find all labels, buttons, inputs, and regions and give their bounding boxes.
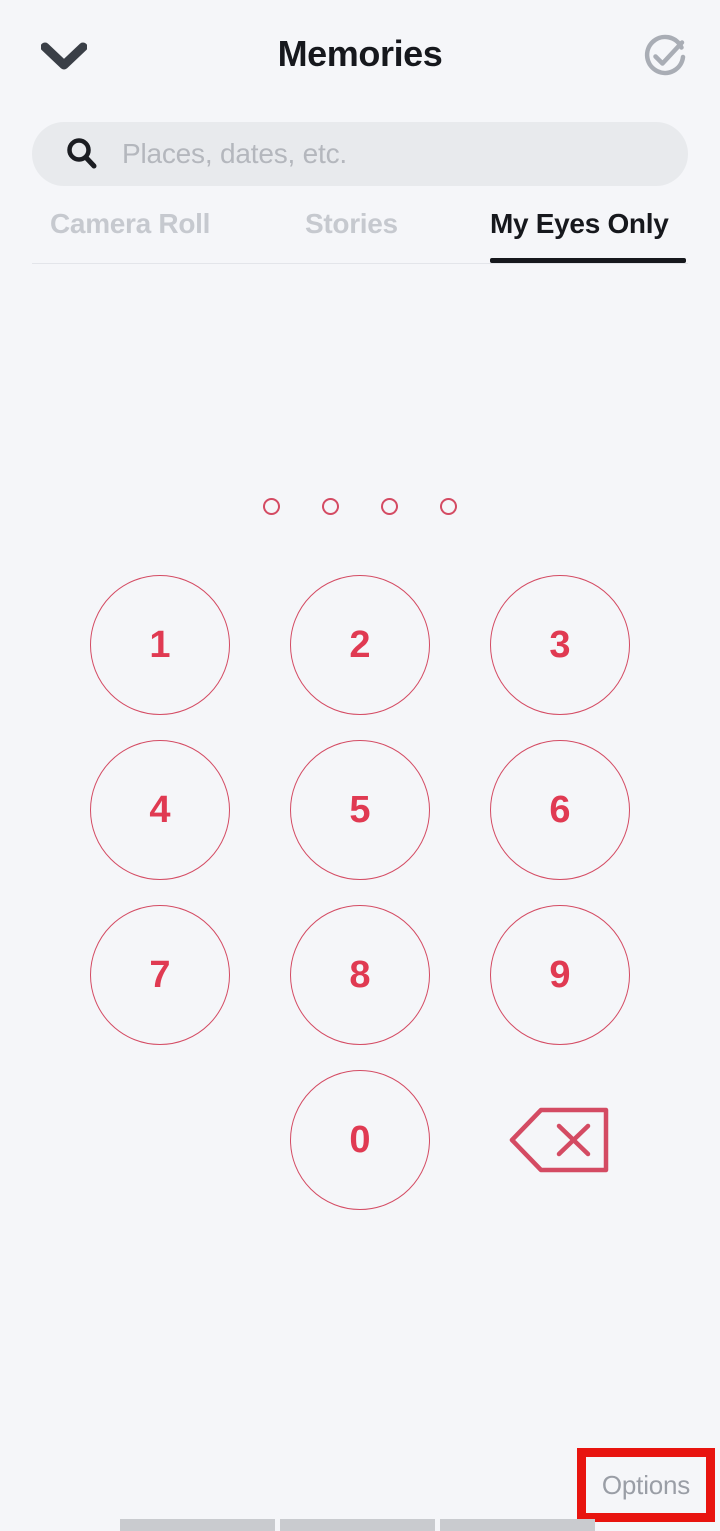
keypad-key-0[interactable]: 0 [290,1070,430,1210]
passcode-dots [0,498,720,515]
search-placeholder: Places, dates, etc. [122,138,347,169]
passcode-dot [381,498,398,515]
page-title: Memories [277,33,443,74]
keypad-key-8[interactable]: 8 [290,905,430,1045]
search-icon [64,136,100,172]
keypad-key-2[interactable]: 2 [290,575,430,715]
memories-passcode-screen: Memories Places, dates, etc. Camera Roll… [0,0,720,1531]
keypad-key-9[interactable]: 9 [490,905,630,1045]
options-button[interactable]: Options [602,1470,690,1501]
search-input[interactable]: Places, dates, etc. [32,122,688,186]
keypad-row: 0 [0,1070,720,1210]
keypad-key-4[interactable]: 4 [90,740,230,880]
keypad-row: 1 2 3 [0,575,720,715]
keypad-key-1[interactable]: 1 [90,575,230,715]
system-bar-segment[interactable] [120,1519,275,1531]
header: Memories [0,0,720,112]
tab-stories[interactable]: Stories [305,206,398,264]
keypad-spacer [90,1070,230,1210]
passcode-dot [263,498,280,515]
system-bar-segment[interactable] [440,1519,595,1531]
passcode-dot [322,498,339,515]
backspace-delete-icon[interactable] [490,1070,630,1210]
keypad-row: 7 8 9 [0,905,720,1045]
keypad-key-7[interactable]: 7 [90,905,230,1045]
passcode-keypad: 1 2 3 4 5 6 7 8 9 0 [0,575,720,1235]
check-circle-icon[interactable] [634,26,696,88]
keypad-key-3[interactable]: 3 [490,575,630,715]
active-tab-underline [490,258,686,263]
tab-my-eyes-only[interactable]: My Eyes Only [490,206,669,264]
keypad-row: 4 5 6 [0,740,720,880]
system-navigation-bar [0,1517,720,1531]
system-bar-segment[interactable] [280,1519,435,1531]
options-annotation-box: Options [577,1448,715,1522]
passcode-dot [440,498,457,515]
tab-camera-roll[interactable]: Camera Roll [50,206,210,264]
keypad-key-6[interactable]: 6 [490,740,630,880]
tab-bar: Camera Roll Stories My Eyes Only [0,206,720,264]
keypad-key-5[interactable]: 5 [290,740,430,880]
